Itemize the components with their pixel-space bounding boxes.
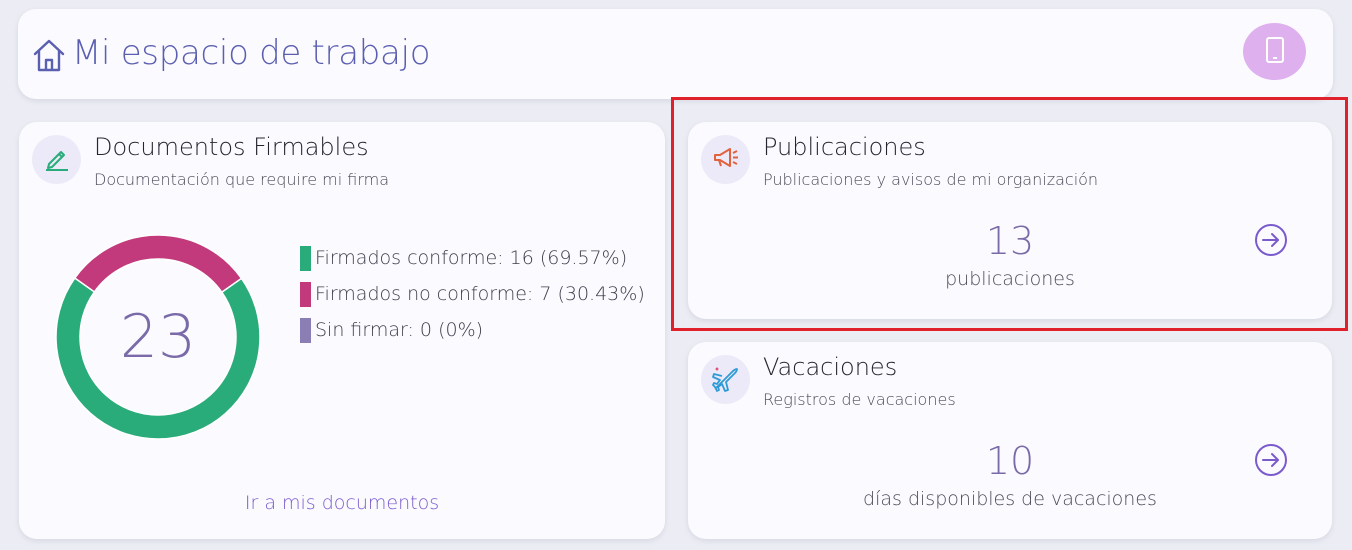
documents-legend: Firmados conforme: 16 (69.57%) Firmados n… <box>300 240 645 348</box>
legend-item: Sin firmar: 0 (0%) <box>300 312 645 348</box>
vacations-title: Vacaciones <box>763 353 898 381</box>
legend-swatch <box>300 317 311 343</box>
legend-swatch <box>300 245 311 271</box>
home-icon <box>32 37 66 73</box>
go-to-documents-label[interactable]: Ir a mis documentos <box>245 492 439 514</box>
legend-label: Firmados conforme: 16 (69.57%) <box>315 247 628 269</box>
vacations-subtitle: Registros de vacaciones <box>763 390 956 409</box>
legend-swatch <box>300 281 311 307</box>
publications-count: 13 <box>985 219 1035 263</box>
go-to-documents-link[interactable]: Ir a mis documentos <box>19 492 665 514</box>
legend-label: Firmados no conforme: 7 (30.43%) <box>315 283 645 305</box>
publications-count-label: publicaciones <box>945 268 1075 290</box>
vacations-card[interactable]: Vacaciones Registros de vacaciones 10 dí… <box>688 342 1332 539</box>
pen-icon <box>43 144 71 176</box>
publications-title: Publicaciones <box>763 133 926 161</box>
workspace-header: Mi espacio de trabajo <box>18 9 1333 99</box>
airplane-icon <box>711 363 741 397</box>
arrow-right-circle-icon[interactable] <box>1254 443 1288 477</box>
page-title: Mi espacio de trabajo <box>72 33 431 73</box>
megaphone-icon <box>711 144 741 176</box>
vacations-icon-badge <box>701 355 750 404</box>
publications-card[interactable]: Publicaciones Publicaciones y avisos de … <box>688 122 1332 319</box>
documents-card: Documentos Firmables Documentación que r… <box>19 122 665 539</box>
vacations-count-label: días disponibles de vacaciones <box>863 488 1157 510</box>
documents-title: Documentos Firmables <box>94 133 369 161</box>
documents-icon-badge <box>32 135 81 184</box>
legend-item: Firmados no conforme: 7 (30.43%) <box>300 276 645 312</box>
device-button[interactable] <box>1243 23 1306 80</box>
publications-icon-badge <box>701 135 750 184</box>
legend-label: Sin firmar: 0 (0%) <box>315 319 484 341</box>
legend-item: Firmados conforme: 16 (69.57%) <box>300 240 645 276</box>
documents-total: 23 <box>119 302 197 372</box>
arrow-right-circle-icon[interactable] <box>1254 223 1288 257</box>
vacations-count: 10 <box>985 439 1035 483</box>
tablet-icon <box>1263 36 1287 68</box>
publications-subtitle: Publicaciones y avisos de mi organizació… <box>763 170 1099 189</box>
documents-subtitle: Documentación que require mi firma <box>94 170 390 189</box>
